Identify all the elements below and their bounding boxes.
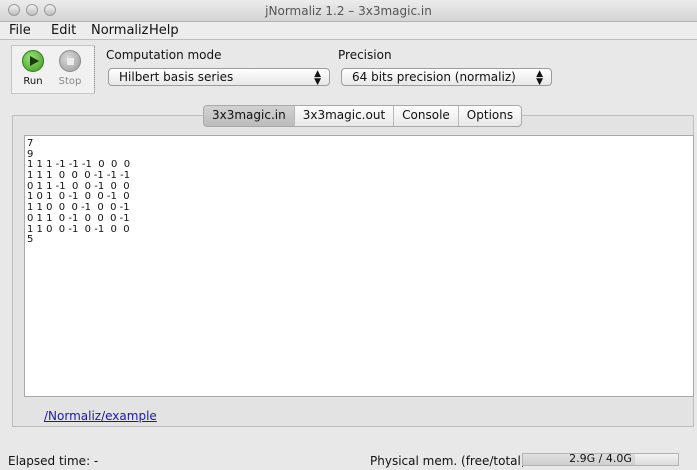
run-button[interactable]: Run bbox=[19, 50, 47, 87]
window-title: jNormaliz 1.2 – 3x3magic.in bbox=[265, 4, 432, 18]
run-label: Run bbox=[23, 76, 43, 87]
updown-arrows-icon: ▲ ▼ bbox=[536, 69, 543, 87]
play-icon bbox=[22, 50, 44, 72]
menu-edit[interactable]: Edit bbox=[51, 23, 76, 38]
menu-help[interactable]: Help bbox=[149, 23, 179, 38]
toolbar-separator bbox=[94, 46, 96, 92]
precision-value: 64 bits precision (normaliz) bbox=[352, 70, 516, 84]
stop-icon bbox=[59, 50, 81, 72]
editor-line: 1 1 0 0 -1 0 -1 0 0 bbox=[27, 223, 130, 235]
title-bar: jNormaliz 1.2 – 3x3magic.in bbox=[0, 0, 697, 22]
tab-options[interactable]: Options bbox=[459, 106, 521, 126]
precision-select[interactable]: 64 bits precision (normaliz) ▲ ▼ bbox=[341, 68, 552, 87]
run-stop-panel: Run Stop bbox=[11, 45, 95, 94]
updown-arrows-icon: ▲ ▼ bbox=[314, 69, 321, 87]
memory-value: 2.9G / 4.0G bbox=[569, 452, 632, 465]
memory-bar: 2.9G / 4.0G bbox=[522, 452, 679, 466]
computation-mode-label: Computation mode bbox=[106, 48, 222, 62]
precision-label: Precision bbox=[338, 48, 392, 62]
stop-button[interactable]: Stop bbox=[56, 50, 84, 87]
tab-input-file[interactable]: 3x3magic.in bbox=[204, 106, 295, 126]
elapsed-time: Elapsed time: - bbox=[8, 454, 99, 468]
menu-bar: File Edit Normaliz Help bbox=[0, 22, 697, 40]
editor-line: 7 bbox=[27, 138, 34, 149]
editor-line: 5 bbox=[27, 234, 34, 246]
computation-mode-value: Hilbert basis series bbox=[119, 70, 234, 84]
menu-normaliz[interactable]: Normaliz bbox=[91, 23, 148, 38]
editor-line: 0 1 1 0 -1 0 0 0 -1 bbox=[27, 212, 130, 224]
computation-mode-select[interactable]: Hilbert basis series ▲ ▼ bbox=[108, 68, 330, 87]
input-editor[interactable]: 7 9 1 1 1 -1 -1 -1 0 0 0 1 1 1 0 0 0 -1 … bbox=[24, 135, 694, 397]
menu-file[interactable]: File bbox=[9, 23, 31, 38]
memory-label: Physical mem. (free/total): bbox=[370, 454, 530, 468]
tab-bar: 3x3magic.in 3x3magic.out Console Options bbox=[203, 105, 523, 127]
directory-path-link[interactable]: /Normaliz/example bbox=[44, 409, 157, 423]
tab-output-file[interactable]: 3x3magic.out bbox=[295, 106, 395, 126]
stop-label: Stop bbox=[58, 76, 82, 87]
tab-console[interactable]: Console bbox=[394, 106, 459, 126]
